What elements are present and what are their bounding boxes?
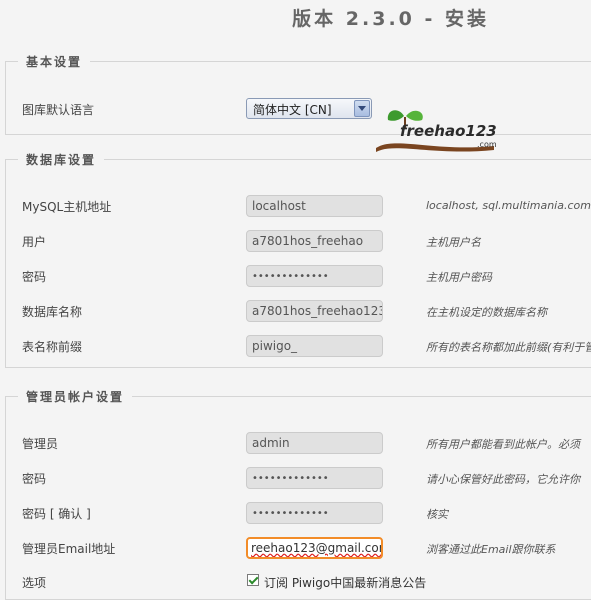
page-title: 版本 2.3.0 - 安装 (292, 8, 489, 30)
admin-password-hint: 请小心保管好此密码，它允许你 (426, 473, 580, 486)
basic-settings-legend: 基本设置 (26, 55, 83, 69)
db-prefix-row: 表名称前缀 piwigo_ 所有的表名称都加此前缀(有利于管理 (6, 335, 591, 357)
admin-password-confirm-hint: 核实 (426, 508, 448, 521)
admin-password-input[interactable]: ••••••••••••• (246, 467, 383, 489)
admin-password-row: 密码 ••••••••••••• 请小心保管好此密码，它允许你 (6, 467, 591, 489)
language-select[interactable]: 简体中文 [CN] (246, 98, 372, 119)
admin-email-input[interactable]: reehao123@gmail.com (246, 537, 383, 559)
database-settings-section: 数据库设置 MySQL主机地址 localhost localhost, sql… (5, 151, 591, 368)
subscribe-checkbox[interactable] (247, 574, 259, 586)
logo-suffix: .com (477, 140, 497, 149)
chevron-down-icon[interactable] (354, 100, 370, 117)
db-host-input[interactable]: localhost (246, 195, 383, 217)
db-name-input[interactable]: a7801hos_freehao123 (246, 300, 383, 322)
db-user-label: 用户 (22, 235, 47, 249)
admin-password-confirm-row: 密码 [ 确认 ] ••••••••••••• 核实 (6, 502, 591, 524)
db-name-label: 数据库名称 (22, 305, 83, 319)
admin-email-label: 管理员Email地址 (22, 542, 116, 556)
db-password-hint: 主机用户密码 (426, 271, 492, 284)
db-user-hint: 主机用户名 (426, 236, 481, 249)
admin-email-value: reehao123@gmail.com (251, 541, 383, 555)
db-host-label: MySQL主机地址 (22, 200, 112, 214)
logo-text: freehao123 (400, 122, 497, 140)
admin-password-confirm-label: 密码 [ 确认 ] (22, 507, 91, 521)
admin-password-label: 密码 (22, 472, 47, 486)
admin-user-hint: 所有用户都能看到此帐户。必须 (426, 438, 580, 451)
admin-settings-section: 管理员帐户设置 管理员 admin 所有用户都能看到此帐户。必须 密码 ••••… (5, 388, 591, 600)
db-name-hint: 在主机设定的数据库名称 (426, 306, 547, 319)
language-label: 图库默认语言 (22, 103, 95, 117)
db-prefix-hint: 所有的表名称都加此前缀(有利于管理 (426, 341, 591, 354)
database-settings-legend: 数据库设置 (26, 153, 97, 167)
db-name-row: 数据库名称 a7801hos_freehao123 在主机设定的数据库名称 (6, 300, 591, 322)
options-row: 选项 订阅 Piwigo中国最新消息公告 (6, 571, 591, 593)
db-host-row: MySQL主机地址 localhost localhost, sql.multi… (6, 195, 591, 217)
db-prefix-input[interactable]: piwigo_ (246, 335, 383, 357)
admin-email-row: 管理员Email地址 reehao123@gmail.com 浏客通过此Emai… (6, 537, 591, 559)
db-password-input[interactable]: ••••••••••••• (246, 265, 383, 287)
db-user-row: 用户 a7801hos_freehao 主机用户名 (6, 230, 591, 252)
db-user-input[interactable]: a7801hos_freehao (246, 230, 383, 252)
admin-settings-legend: 管理员帐户设置 (26, 390, 125, 404)
admin-user-label: 管理员 (22, 437, 59, 451)
admin-email-hint: 浏客通过此Email跟你联系 (426, 543, 556, 556)
admin-password-confirm-input[interactable]: ••••••••••••• (246, 502, 383, 524)
language-select-value: 简体中文 [CN] (253, 103, 332, 117)
admin-user-row: 管理员 admin 所有用户都能看到此帐户。必须 (6, 432, 591, 454)
db-password-row: 密码 ••••••••••••• 主机用户密码 (6, 265, 591, 287)
subscribe-label[interactable]: 订阅 Piwigo中国最新消息公告 (264, 574, 426, 591)
db-host-hint: localhost, sql.multimania.com (426, 199, 591, 212)
admin-user-input[interactable]: admin (246, 432, 383, 454)
db-password-label: 密码 (22, 270, 47, 284)
options-label: 选项 (22, 576, 47, 590)
db-prefix-label: 表名称前缀 (22, 340, 83, 354)
